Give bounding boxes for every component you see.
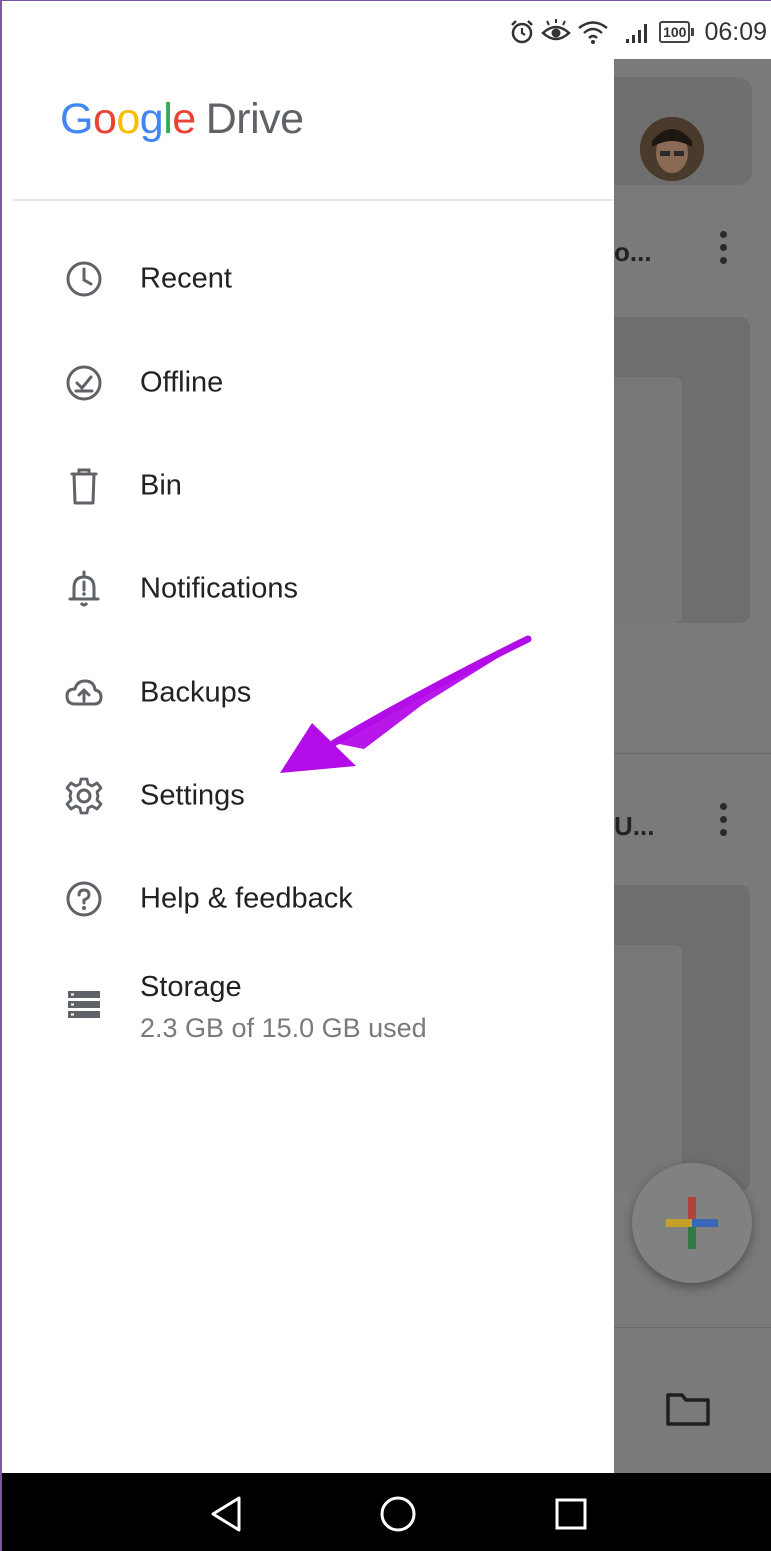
back-button[interactable] [201, 1489, 251, 1539]
storage-usage-text: 2.3 GB of 15.0 GB used [140, 1013, 427, 1043]
gear-icon [60, 772, 108, 820]
background-item-title-1: o... [614, 237, 652, 267]
bell-icon [60, 565, 108, 613]
menu-item-storage[interactable]: Storage 2.3 GB of 15.0 GB used [2, 963, 614, 1059]
google-drive-logo: Google Drive [60, 95, 304, 143]
menu-item-recent[interactable]: Recent [2, 239, 614, 319]
battery-icon: 100 [659, 21, 695, 43]
system-nav-bar [2, 1473, 771, 1551]
menu-item-notifications[interactable]: Notifications [2, 549, 614, 629]
drawer-divider [12, 199, 614, 201]
folder-icon[interactable] [666, 1389, 710, 1432]
menu-item-label: Backups [140, 676, 252, 709]
background-divider [614, 753, 771, 754]
screen: o... U... 100 06:09 Google Drive Recent … [0, 0, 771, 1551]
offline-check-icon [60, 359, 108, 407]
plus-icon [666, 1197, 718, 1249]
account-avatar [640, 117, 704, 181]
background-divider [614, 1327, 771, 1328]
wifi-icon [578, 21, 608, 44]
menu-item-label: Offline [140, 366, 224, 399]
alarm-icon [511, 20, 533, 44]
background-app-scrim[interactable]: o... U... [614, 59, 771, 1473]
search-bar-card [614, 77, 752, 185]
status-icons: 100 06:09 [509, 15, 767, 49]
menu-item-label: Bin [140, 469, 182, 502]
new-fab-button[interactable] [632, 1163, 752, 1283]
storage-icon [60, 981, 108, 1029]
menu-item-label: Settings [140, 779, 245, 812]
more-vert-icon[interactable] [720, 231, 728, 270]
menu-item-label: Notifications [140, 572, 298, 605]
home-circle-icon [380, 1496, 416, 1532]
menu-item-label: Storage [140, 971, 242, 1003]
back-triangle-icon [211, 1496, 241, 1532]
trash-icon [60, 462, 108, 510]
help-icon [60, 875, 108, 923]
recents-button[interactable] [546, 1489, 596, 1539]
home-button[interactable] [373, 1489, 423, 1539]
menu-item-bin[interactable]: Bin [2, 446, 614, 526]
cloud-upload-icon [60, 669, 108, 717]
recents-square-icon [555, 1498, 587, 1530]
background-item-title-2: U... [614, 811, 655, 841]
menu-item-label: Help & feedback [140, 882, 353, 915]
background-thumbnail-1-inner [614, 377, 682, 623]
status-bar: 100 06:09 [2, 1, 771, 59]
status-time: 06:09 [704, 17, 767, 46]
menu-item-label: Recent [140, 262, 232, 295]
eye-icon [541, 19, 571, 41]
background-thumbnail-2-inner [614, 945, 682, 1191]
signal-icon [626, 24, 648, 43]
annotation-arrow [280, 635, 532, 773]
menu-item-offline[interactable]: Offline [2, 343, 614, 423]
clock-icon [60, 255, 108, 303]
menu-item-help-feedback[interactable]: Help & feedback [2, 859, 614, 939]
more-vert-icon[interactable] [720, 803, 728, 842]
